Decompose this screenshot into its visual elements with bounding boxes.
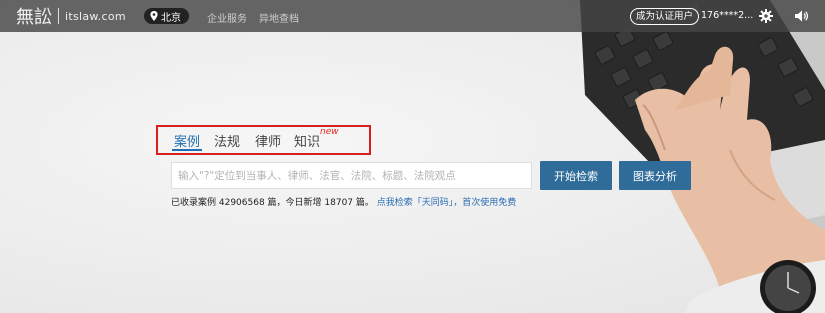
tab-cases[interactable]: 案例 [174,131,200,150]
tab-knowledge[interactable]: 知识 [294,131,320,150]
gear-icon[interactable] [759,9,773,23]
start-search-button[interactable]: 开始检索 [540,161,612,190]
location-pin-icon [150,11,158,21]
laptop-hand-illustration [580,0,825,313]
tiantong-code-search-link[interactable]: 点我检索「天同码」 [377,198,454,208]
logo-divider [58,8,59,24]
become-verified-user-button[interactable]: 成为认证用户 [630,8,700,25]
speaker-icon[interactable] [795,10,808,22]
chart-analysis-button[interactable]: 图表分析 [619,161,691,190]
tab-regulations[interactable]: 法规 [214,131,240,150]
active-tab-underline [172,149,202,151]
nav-enterprise-services[interactable]: 企业服务 [207,10,247,25]
user-account-phone[interactable]: 176****2... [701,10,753,21]
new-badge: new [320,127,339,137]
nav-remote-archive[interactable]: 异地查档 [259,10,299,25]
stats-text: 已收录案例 42906568 篇，今日新增 18707 篇。 [171,198,374,208]
logo-domain: itslaw.com [65,9,126,23]
city-label: 北京 [161,12,181,24]
stats-link-separator: ， [453,198,463,208]
logo-text: 無訟 [16,7,52,28]
case-statistics: 已收录案例 42906568 篇，今日新增 18707 篇。 点我检索「天同码」… [171,195,516,208]
search-input[interactable] [171,162,532,189]
city-selector[interactable]: 北京 [144,8,189,24]
top-navigation-bar: 無訟 itslaw.com 北京 企业服务 异地查档 成为认证用户 176***… [0,0,825,32]
first-use-free-link[interactable]: 首次使用免费 [462,198,516,208]
site-logo[interactable]: 無訟 itslaw.com [16,5,126,28]
tab-lawyers[interactable]: 律师 [255,131,281,150]
